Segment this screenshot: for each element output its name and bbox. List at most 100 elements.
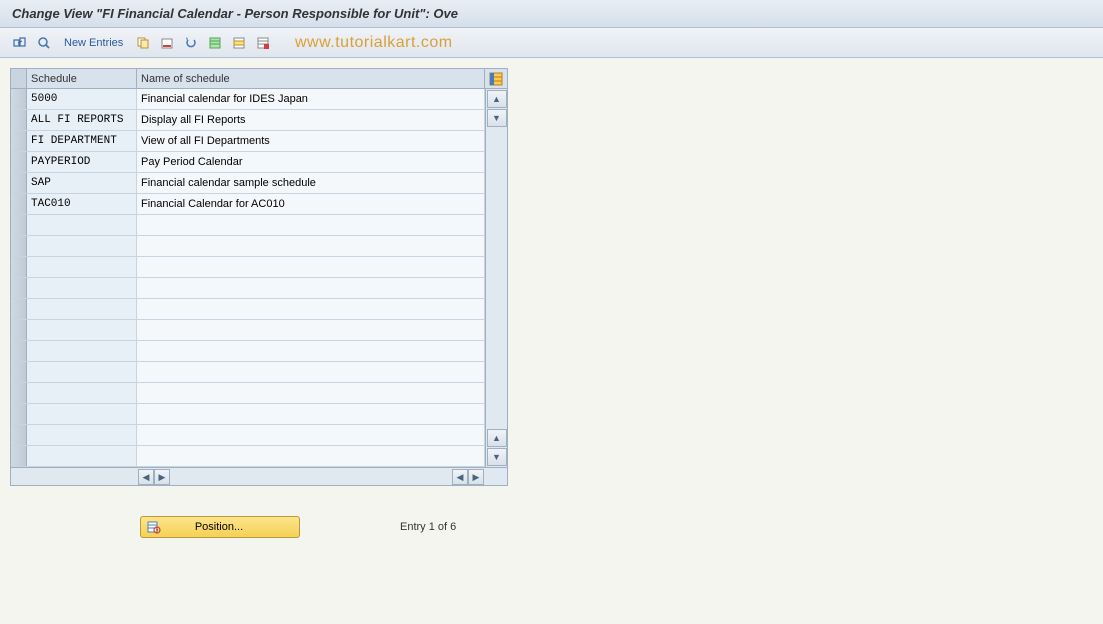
cell-schedule[interactable] [27,320,137,340]
cell-name[interactable] [137,320,485,340]
select-block-icon[interactable] [229,33,249,53]
header-schedule[interactable]: Schedule [27,69,137,88]
scroll-down-button[interactable]: ▼ [487,109,507,127]
row-selector[interactable] [11,152,27,172]
table-header-row: Schedule Name of schedule [11,69,507,89]
cell-name[interactable] [137,257,485,277]
cell-name[interactable] [137,404,485,424]
cell-schedule[interactable] [27,341,137,361]
application-toolbar: New Entries www.tutorialkart.com [0,28,1103,58]
select-all-icon[interactable] [205,33,225,53]
scroll-right-button-end[interactable]: ▶ [468,469,484,485]
cell-schedule[interactable] [27,236,137,256]
horizontal-scrollbar[interactable]: ◀ ▶ ◀ ▶ [11,467,507,485]
cell-schedule[interactable] [27,362,137,382]
table-row [11,404,485,425]
table-row [11,446,485,467]
cell-schedule[interactable] [27,383,137,403]
cell-schedule[interactable] [27,404,137,424]
row-selector[interactable] [11,320,27,340]
row-selector[interactable] [11,257,27,277]
row-selector[interactable] [11,362,27,382]
table-row [11,425,485,446]
table-row [11,341,485,362]
scroll-down-button-bottom[interactable]: ▼ [487,448,507,466]
cell-name[interactable] [137,299,485,319]
cell-name[interactable]: Financial calendar for IDES Japan [137,89,485,109]
find-icon[interactable] [34,33,54,53]
table-row [11,299,485,320]
cell-name[interactable] [137,215,485,235]
cell-name[interactable] [137,341,485,361]
cell-name[interactable] [137,236,485,256]
row-selector-header[interactable] [11,69,27,88]
row-selector[interactable] [11,278,27,298]
row-selector[interactable] [11,236,27,256]
table-row [11,236,485,257]
footer-area: Position... Entry 1 of 6 [10,516,1093,538]
table-row: ALL FI REPORTSDisplay all FI Reports [11,110,485,131]
row-selector[interactable] [11,89,27,109]
vertical-scrollbar[interactable]: ▲ ▼ ▲ ▼ [485,89,507,467]
position-button[interactable]: Position... [140,516,300,538]
row-selector[interactable] [11,425,27,445]
cell-schedule[interactable]: SAP [27,173,137,193]
cell-name[interactable]: Display all FI Reports [137,110,485,130]
table-row [11,320,485,341]
row-selector[interactable] [11,131,27,151]
table-settings-icon[interactable] [485,69,507,88]
cell-schedule[interactable] [27,257,137,277]
row-selector[interactable] [11,173,27,193]
table-row: SAPFinancial calendar sample schedule [11,173,485,194]
cell-name[interactable]: Pay Period Calendar [137,152,485,172]
row-selector[interactable] [11,341,27,361]
row-selector[interactable] [11,299,27,319]
table-row [11,362,485,383]
page-title-bar: Change View "FI Financial Calendar - Per… [0,0,1103,28]
new-entries-button[interactable]: New Entries [58,37,129,49]
scroll-up-button-bottom[interactable]: ▲ [487,429,507,447]
table-row [11,383,485,404]
delete-icon[interactable] [157,33,177,53]
cell-schedule[interactable] [27,425,137,445]
table-row: FI DEPARTMENTView of all FI Departments [11,131,485,152]
scroll-left-button[interactable]: ◀ [138,469,154,485]
cell-schedule[interactable] [27,278,137,298]
cell-schedule[interactable]: FI DEPARTMENT [27,131,137,151]
cell-schedule[interactable] [27,299,137,319]
copy-as-icon[interactable] [133,33,153,53]
table-row [11,215,485,236]
cell-schedule[interactable]: PAYPERIOD [27,152,137,172]
other-view-icon[interactable] [10,33,30,53]
deselect-all-icon[interactable] [253,33,273,53]
cell-name[interactable] [137,383,485,403]
position-button-label: Position... [169,521,269,533]
row-selector[interactable] [11,404,27,424]
scroll-right-button[interactable]: ▶ [154,469,170,485]
scroll-left-button-end[interactable]: ◀ [452,469,468,485]
cell-schedule[interactable]: 5000 [27,89,137,109]
table-row: TAC010Financial Calendar for AC010 [11,194,485,215]
row-selector[interactable] [11,110,27,130]
cell-name[interactable] [137,425,485,445]
row-selector[interactable] [11,215,27,235]
watermark-text: www.tutorialkart.com [295,34,453,52]
cell-name[interactable] [137,278,485,298]
cell-schedule[interactable] [27,215,137,235]
position-icon [147,520,161,534]
scroll-up-button[interactable]: ▲ [487,90,507,108]
cell-name[interactable]: Financial Calendar for AC010 [137,194,485,214]
table-row: PAYPERIODPay Period Calendar [11,152,485,173]
cell-name[interactable]: View of all FI Departments [137,131,485,151]
row-selector[interactable] [11,383,27,403]
cell-schedule[interactable]: TAC010 [27,194,137,214]
cell-schedule[interactable] [27,446,137,466]
cell-name[interactable] [137,362,485,382]
row-selector[interactable] [11,194,27,214]
row-selector[interactable] [11,446,27,466]
header-name[interactable]: Name of schedule [137,69,485,88]
undo-change-icon[interactable] [181,33,201,53]
cell-name[interactable]: Financial calendar sample schedule [137,173,485,193]
cell-name[interactable] [137,446,485,466]
cell-schedule[interactable]: ALL FI REPORTS [27,110,137,130]
